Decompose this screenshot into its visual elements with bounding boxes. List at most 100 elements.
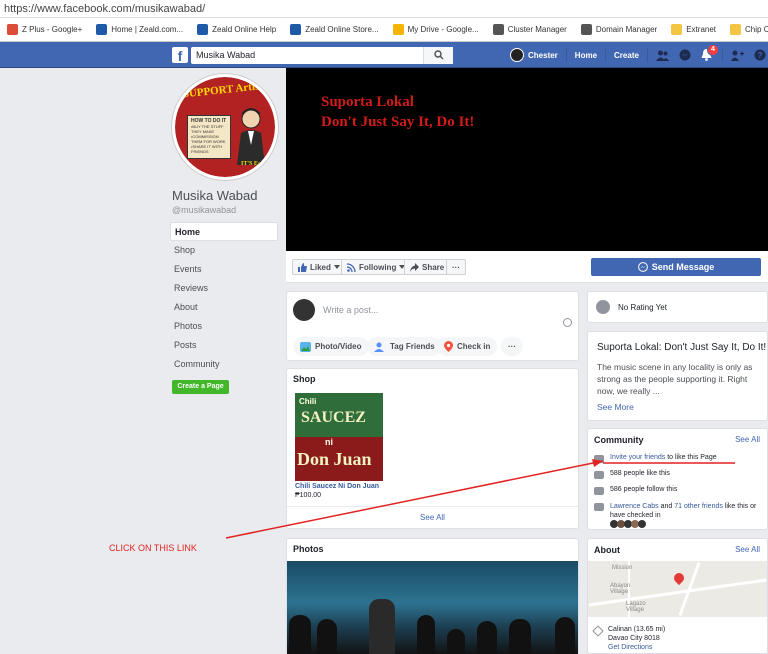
bookmark-item[interactable]: Home | Zeald.com...	[89, 24, 190, 35]
bookmark-item[interactable]: Zeald Online Help	[190, 24, 283, 35]
search-button[interactable]	[423, 47, 453, 64]
create-page-button[interactable]: Create a Page	[172, 380, 229, 394]
liked-button[interactable]: Liked	[292, 259, 346, 275]
product-image[interactable]: Chili SAUCEZ ni Don Juan	[295, 393, 383, 481]
photo-icon	[300, 341, 311, 352]
address-line-2: Davao City 8018	[608, 635, 660, 642]
check-in-button[interactable]: Check in	[437, 337, 498, 356]
cover-text: Suporta Lokal Don't Just Say It, Do It!	[321, 92, 474, 132]
liked-label: Liked	[310, 262, 331, 272]
share-button[interactable]: Share	[404, 259, 451, 275]
side-nav-reviews[interactable]: Reviews	[170, 279, 278, 298]
create-link[interactable]: Create	[614, 51, 639, 60]
side-nav-home[interactable]: Home	[170, 222, 278, 241]
description-text: The music scene in any locality is only …	[597, 362, 753, 396]
send-message-button[interactable]: Send Message	[591, 258, 761, 276]
send-message-label: Send Message	[651, 262, 715, 272]
bookmarks-bar: Z Plus - Google+ Home | Zeald.com... Zeald…	[0, 18, 768, 42]
bookmark-item[interactable]: Z Plus - Google+	[0, 24, 89, 35]
friend-name-link[interactable]: Lawrence Cabs	[610, 503, 659, 510]
tag-friends-label: Tag Friends	[390, 342, 435, 351]
bookmark-label: Domain Manager	[595, 25, 658, 34]
map-label: Abayon Village	[610, 583, 631, 595]
profile-art-line: •BUY THE STUFF THEY MAKE	[191, 124, 224, 134]
product-image-text: Chili	[299, 397, 317, 406]
about-title[interactable]: About	[594, 545, 620, 555]
bookmark-item[interactable]: My Drive - Google...	[386, 24, 486, 35]
profile-art-box: HOW TO DO IT •BUY THE STUFF THEY MAKE •C…	[187, 115, 231, 159]
profile-link[interactable]: Chester	[510, 48, 558, 62]
location-map[interactable]: Abayon Village Lagazo Village Mission	[588, 561, 767, 617]
page-name[interactable]: Musika Wabad	[172, 188, 258, 203]
community-title[interactable]: Community	[594, 435, 644, 445]
likes-row: 588 people like this	[594, 470, 766, 479]
more-composer-options[interactable]: ···	[501, 337, 523, 356]
following-button[interactable]: Following	[341, 259, 412, 275]
bookmark-item[interactable]: Extranet	[664, 24, 723, 35]
friend-avatar[interactable]	[638, 520, 646, 528]
bookmark-label: Chip Canoni	[745, 25, 768, 34]
bookmark-item[interactable]: Cluster Manager	[486, 24, 574, 35]
shop-see-all-link[interactable]: See All	[287, 513, 578, 522]
bookmark-item[interactable]: Zeald Online Store...	[283, 24, 385, 35]
likes-count: 588 people like this	[610, 470, 670, 477]
messenger-icon[interactable]	[678, 48, 692, 62]
side-nav-shop[interactable]: Shop	[170, 241, 278, 260]
friends-icon	[594, 503, 604, 511]
person-silhouette	[369, 599, 395, 654]
person-silhouette	[555, 617, 575, 654]
emoji-icon[interactable]	[563, 318, 572, 327]
photos-title[interactable]: Photos	[293, 544, 324, 554]
tag-friends-button[interactable]: Tag Friends	[367, 337, 442, 356]
person-silhouette	[447, 629, 465, 654]
home-link[interactable]: Home	[575, 51, 597, 60]
friend-requests-icon[interactable]	[656, 48, 670, 62]
divider	[565, 48, 567, 62]
see-more-link[interactable]: See More	[597, 402, 634, 412]
profile-art-line: •COMMISSION THEM FOR WORK	[191, 134, 226, 144]
map-label: Lagazo Village	[626, 601, 646, 613]
bookmark-label: Extranet	[686, 25, 717, 34]
cover-photo[interactable]: Suporta Lokal Don't Just Say It, Do It!	[286, 68, 768, 251]
side-nav-photos[interactable]: Photos	[170, 317, 278, 336]
search-input[interactable]: Musika Wabad	[191, 47, 453, 64]
user-name: Chester	[528, 50, 558, 60]
facebook-logo-icon[interactable]: f	[172, 47, 188, 63]
invite-friends-link[interactable]: Invite your friends	[610, 454, 665, 461]
chevron-down-icon	[333, 265, 340, 269]
divider	[605, 48, 607, 62]
photo-video-button[interactable]: Photo/Video	[293, 337, 369, 356]
map-pin-icon	[671, 570, 687, 586]
product-name[interactable]: Chili Saucez Ni Don Juan	[295, 483, 379, 490]
bookmark-item[interactable]: Chip Canoni	[723, 24, 768, 35]
profile-art-title: SUPPORT Artists	[182, 79, 268, 101]
community-card: Community See All Invite your friends to…	[587, 428, 768, 530]
band-photo[interactable]	[287, 561, 578, 654]
get-directions-link[interactable]: Get Directions	[608, 644, 652, 651]
other-friends-link[interactable]: 71 other friends	[674, 503, 723, 510]
side-nav-community[interactable]: Community	[170, 355, 278, 374]
help-icon[interactable]: ?	[753, 48, 767, 62]
write-post-input[interactable]: Write a post...	[323, 305, 378, 315]
more-actions-button[interactable]: ···	[446, 259, 466, 275]
community-see-all-link[interactable]: See All	[735, 435, 760, 444]
notifications-icon[interactable]: 4	[700, 44, 719, 62]
page-profile-picture[interactable]: SUPPORT Artists HOW TO DO IT •BUY THE ST…	[172, 74, 278, 180]
post-composer: Write a post... Photo/Video Tag Friends …	[286, 291, 579, 361]
about-see-all-link[interactable]: See All	[735, 545, 760, 554]
product-image-text: SAUCEZ	[301, 409, 366, 426]
photos-section: Photos	[286, 538, 579, 654]
find-friends-icon[interactable]	[731, 48, 745, 62]
map-label: Mission	[612, 565, 633, 571]
bookmark-item[interactable]: Domain Manager	[574, 24, 664, 35]
shop-title[interactable]: Shop	[293, 374, 316, 384]
cover-line-2: Don't Just Say It, Do It!	[321, 114, 475, 130]
page-handle[interactable]: @musikawabad	[172, 205, 236, 215]
globe-icon	[492, 24, 504, 35]
side-nav-about[interactable]: About	[170, 298, 278, 317]
side-nav-events[interactable]: Events	[170, 260, 278, 279]
address-bar[interactable]: https://www.facebook.com/musikawabad/	[0, 0, 768, 18]
side-nav-posts[interactable]: Posts	[170, 336, 278, 355]
follows-row: 586 people follow this	[594, 486, 766, 495]
thumbs-up-icon	[298, 262, 307, 272]
